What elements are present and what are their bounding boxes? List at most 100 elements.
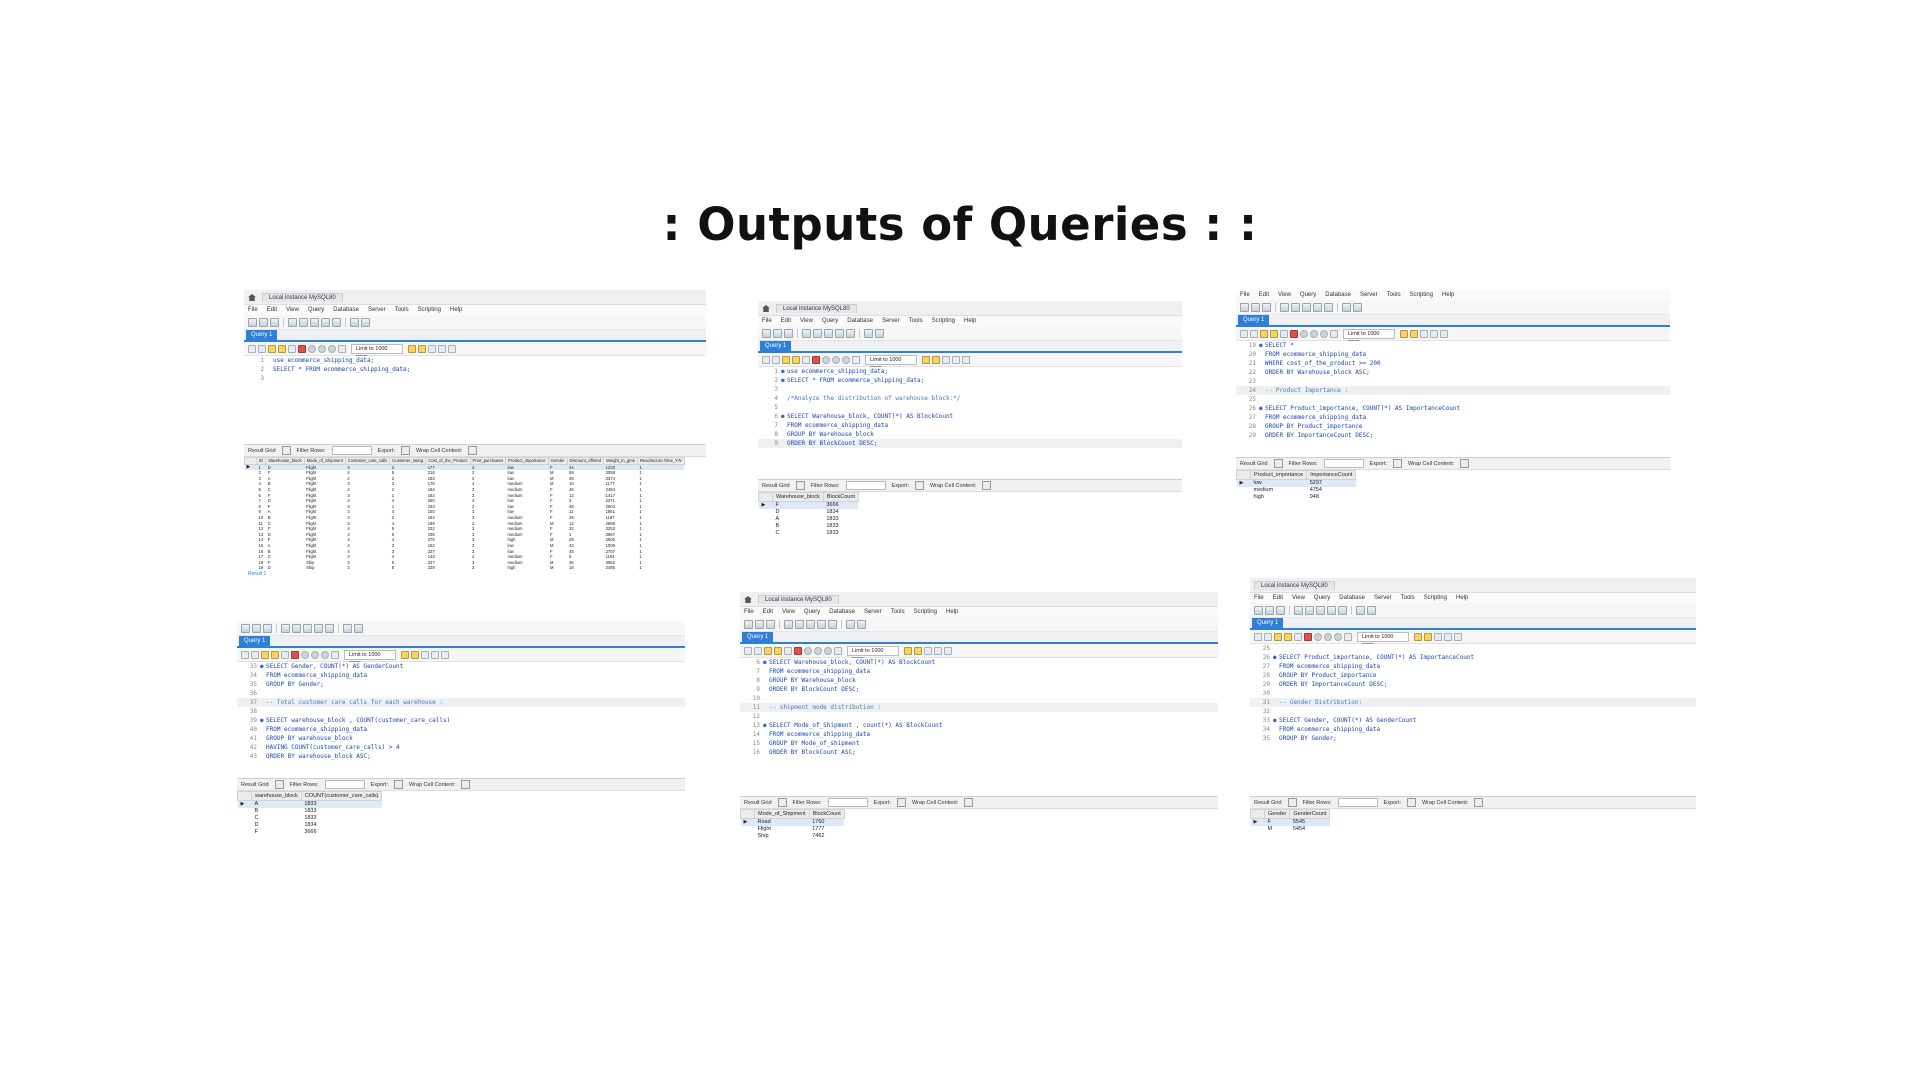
grid-view-icon[interactable] xyxy=(1273,459,1283,468)
new-sql-tab-icon[interactable] xyxy=(248,317,257,327)
new-sql-tab-icon[interactable] xyxy=(241,623,250,633)
result-grid-label[interactable]: Result Grid xyxy=(1240,461,1268,467)
export-icon[interactable] xyxy=(1392,459,1402,468)
menu-item-help[interactable]: Help xyxy=(450,307,462,313)
execute-icon[interactable] xyxy=(1260,329,1268,338)
create-view-icon[interactable] xyxy=(1316,605,1325,615)
rollback-icon[interactable] xyxy=(1334,632,1342,641)
table-cell[interactable]: Road xyxy=(754,818,810,826)
column-header[interactable]: Gender xyxy=(547,457,568,465)
invisible-chars-icon[interactable] xyxy=(1434,632,1442,641)
table-row[interactable]: ▶ low 5297 xyxy=(1236,479,1356,487)
reconnect-icon[interactable] xyxy=(1353,302,1362,312)
save-icon[interactable] xyxy=(251,650,259,659)
limit-rows-select[interactable]: Limit to 1000 rows xyxy=(865,354,917,371)
table-row[interactable]: C 1833 xyxy=(759,530,859,537)
execute-icon[interactable] xyxy=(764,646,772,655)
find-icon[interactable] xyxy=(411,650,419,659)
table-row[interactable]: Ship 7462 xyxy=(741,833,845,840)
create-view-icon[interactable] xyxy=(1302,302,1311,312)
column-header[interactable]: Product_importance xyxy=(505,457,549,465)
create-view-icon[interactable] xyxy=(310,317,319,327)
create-procedure-icon[interactable] xyxy=(817,619,826,629)
filter-rows-input[interactable] xyxy=(845,481,886,490)
autocommit-icon[interactable] xyxy=(1344,632,1352,641)
table-row[interactable]: A 1833 xyxy=(759,516,859,523)
search-table-data-icon[interactable] xyxy=(1342,302,1351,312)
table-cell[interactable]: 1834 xyxy=(301,822,382,829)
table-cell[interactable]: 5545 xyxy=(1289,818,1330,826)
open-file-icon[interactable] xyxy=(762,355,770,364)
open-file-icon[interactable] xyxy=(1254,632,1262,641)
save-icon[interactable] xyxy=(258,344,266,353)
query-tab[interactable]: Query 1 xyxy=(742,632,774,642)
table-cell[interactable]: D xyxy=(773,509,824,516)
search-table-data-icon[interactable] xyxy=(350,317,359,327)
open-inspector-icon[interactable] xyxy=(1262,302,1271,312)
menu-item-server[interactable]: Server xyxy=(1360,292,1378,298)
menu-item-scripting[interactable]: Scripting xyxy=(914,609,937,615)
create-schema-icon[interactable] xyxy=(1294,605,1303,615)
create-procedure-icon[interactable] xyxy=(1327,605,1336,615)
menu-item-server[interactable]: Server xyxy=(368,307,386,313)
menu-item-database[interactable]: Database xyxy=(333,307,359,313)
stop-icon[interactable] xyxy=(1304,632,1312,641)
beautify-icon[interactable] xyxy=(1414,632,1422,641)
menu-item-tools[interactable]: Tools xyxy=(909,318,923,324)
save-icon[interactable] xyxy=(1264,632,1272,641)
column-header[interactable]: COUNT(customer_care_calls) xyxy=(300,791,383,801)
explain-icon[interactable] xyxy=(784,646,792,655)
column-header[interactable]: Customer_rating xyxy=(389,457,427,465)
grid-view-icon[interactable] xyxy=(1287,798,1297,807)
table-row[interactable]: ▶ A 1833 xyxy=(237,800,382,808)
menu-item-view[interactable]: View xyxy=(782,609,795,615)
save-icon[interactable] xyxy=(772,355,780,364)
home-icon[interactable] xyxy=(248,293,256,301)
wrap-cell-toggle[interactable] xyxy=(468,446,478,455)
menu-item-query[interactable]: Query xyxy=(1300,292,1316,298)
find-icon[interactable] xyxy=(914,646,922,655)
save-icon[interactable] xyxy=(754,646,762,655)
save-icon[interactable] xyxy=(1250,329,1258,338)
table-cell[interactable]: 1833 xyxy=(823,523,858,530)
open-inspector-icon[interactable] xyxy=(1276,605,1285,615)
search-table-data-icon[interactable] xyxy=(864,328,873,338)
sql-editor[interactable]: 25 26 ● SELECT Product_importance, COUNT(*… xyxy=(1250,644,1696,796)
table-cell[interactable]: 1833 xyxy=(301,815,382,822)
query-tab[interactable]: Query 1 xyxy=(760,341,792,351)
menu-item-file[interactable]: File xyxy=(248,307,258,313)
menu-item-help[interactable]: Help xyxy=(964,318,976,324)
search-table-data-icon[interactable] xyxy=(846,619,855,629)
menu-item-server[interactable]: Server xyxy=(882,318,900,324)
new-sql-tab-icon[interactable] xyxy=(1254,605,1263,615)
filter-rows-input[interactable] xyxy=(331,446,372,455)
instance-tab[interactable]: Local instance MySQL80 xyxy=(776,303,857,313)
explain-icon[interactable] xyxy=(1294,632,1302,641)
create-table-icon[interactable] xyxy=(1291,302,1300,312)
create-schema-icon[interactable] xyxy=(802,328,811,338)
table-cell[interactable]: A xyxy=(251,800,302,808)
open-inspector-icon[interactable] xyxy=(263,623,272,633)
menu-item-tools[interactable]: Tools xyxy=(891,609,905,615)
menu-item-tools[interactable]: Tools xyxy=(395,307,409,313)
query-tab[interactable]: Query 1 xyxy=(239,636,271,646)
invisible-chars-icon[interactable] xyxy=(924,646,932,655)
table-cell[interactable]: 3666 xyxy=(823,501,859,509)
execute-icon[interactable] xyxy=(782,355,790,364)
table-cell[interactable]: B xyxy=(252,808,302,815)
open-sql-file-icon[interactable] xyxy=(773,328,782,338)
invisible-chars-icon[interactable] xyxy=(428,344,436,353)
find-icon[interactable] xyxy=(1424,632,1432,641)
table-cell[interactable]: 3666 xyxy=(301,829,382,836)
result-grid-label[interactable]: Result Grid xyxy=(241,782,269,788)
execute-statement-icon[interactable] xyxy=(774,646,782,655)
commit-icon[interactable] xyxy=(311,650,319,659)
create-view-icon[interactable] xyxy=(303,623,312,633)
open-inspector-icon[interactable] xyxy=(784,328,793,338)
menu-item-edit[interactable]: Edit xyxy=(1273,595,1283,601)
table-cell[interactable]: M xyxy=(1265,826,1290,833)
wrap-lines-icon[interactable] xyxy=(431,650,439,659)
home-icon[interactable] xyxy=(744,595,752,603)
rollback-icon[interactable] xyxy=(824,646,832,655)
export-icon[interactable] xyxy=(400,446,410,455)
